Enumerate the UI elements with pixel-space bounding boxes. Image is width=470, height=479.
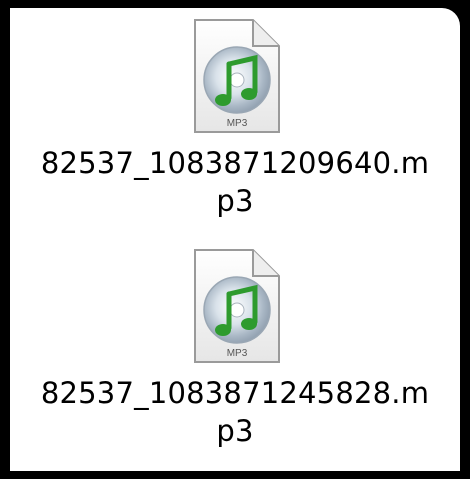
file-name-label[interactable]: 82537_1083871209640.m p3: [10, 144, 460, 220]
mp3-badge: MP3: [227, 118, 248, 129]
file-name-line: p3: [216, 184, 254, 218]
finder-window-content: MP3 82537_1083871209640.m p3 MP3 82537_1…: [10, 8, 460, 471]
file-name-line: 82537_1083871209640.m: [40, 146, 430, 180]
file-item[interactable]: MP3 82537_1083871245828.m p3: [10, 248, 460, 450]
mp3-document-icon[interactable]: MP3: [187, 248, 283, 366]
file-name-line: p3: [216, 414, 254, 448]
mp3-badge: MP3: [227, 348, 248, 359]
file-name-label[interactable]: 82537_1083871245828.m p3: [10, 374, 460, 450]
mp3-document-icon[interactable]: MP3: [187, 18, 283, 136]
file-name-line: 82537_1083871245828.m: [40, 376, 430, 410]
file-item[interactable]: MP3 82537_1083871209640.m p3: [10, 18, 460, 220]
